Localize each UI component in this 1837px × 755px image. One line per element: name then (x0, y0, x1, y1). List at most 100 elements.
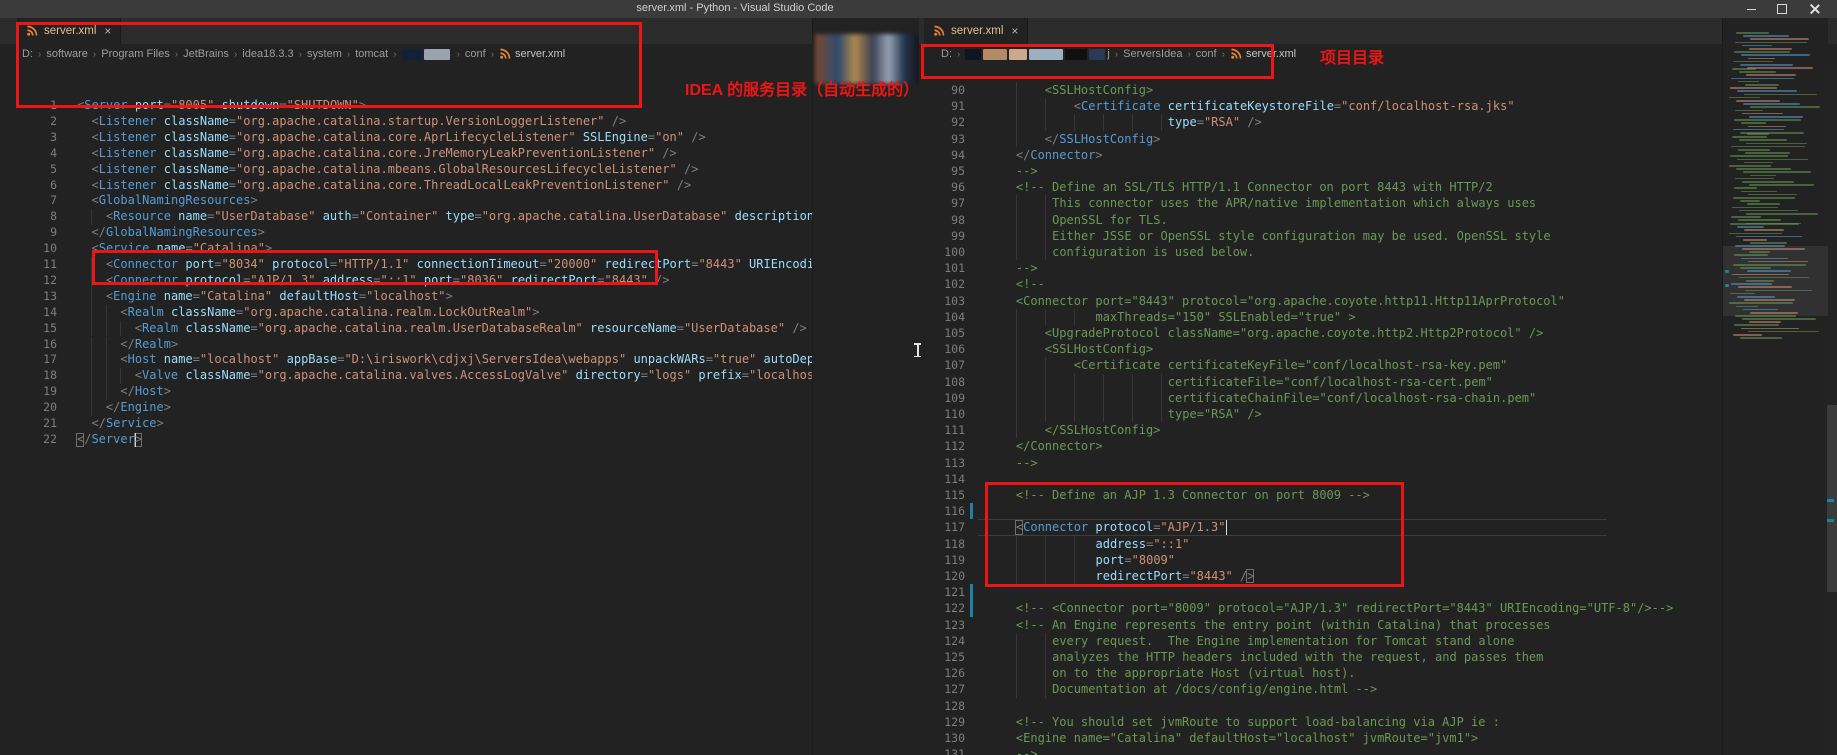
breadcrumb-item-file[interactable]: server.xml (1230, 48, 1296, 60)
code-line[interactable]: 4<Listener className="org.apache.catalin… (0, 146, 919, 162)
tab-server-xml-left[interactable]: server.xml × (17, 18, 121, 44)
minimap-right[interactable] (1722, 18, 1828, 755)
breadcrumb-item[interactable]: software (46, 48, 88, 60)
code-line[interactable]: 15<Realm className="org.apache.catalina.… (0, 321, 919, 337)
code-line[interactable]: 22</Server> (0, 432, 919, 448)
code-line[interactable]: 113--> (919, 455, 1722, 471)
code-line[interactable]: 14<Realm className="org.apache.catalina.… (0, 305, 919, 321)
code-line[interactable]: 117<Connector protocol="AJP/1.3" (919, 519, 1722, 535)
line-number: 8 (17, 209, 57, 225)
code-line[interactable]: 5<Listener className="org.apache.catalin… (0, 162, 919, 178)
line-number: 100 (919, 244, 965, 260)
code-line[interactable]: 91<Certificate certificateKeystoreFile="… (919, 98, 1722, 114)
code-line[interactable]: 7<GlobalNamingResources> (0, 193, 919, 209)
code-line[interactable]: 1<Server port="8005" shutdown="SHUTDOWN"… (0, 98, 919, 114)
close-button[interactable] (1801, 0, 1829, 18)
censored-path-segment (1089, 49, 1105, 60)
code-line[interactable]: 16</Realm> (0, 337, 919, 353)
code-line[interactable]: 123<!-- An Engine represents the entry p… (919, 617, 1722, 633)
code-line[interactable]: 20</Engine> (0, 400, 919, 416)
code-line[interactable]: 100configuration is used below. (919, 244, 1722, 260)
line-number: 1 (17, 98, 57, 114)
code-line[interactable]: 10<Service name="Catalina"> (0, 241, 919, 257)
code-line[interactable]: 120redirectPort="8443" /> (919, 568, 1722, 584)
code-line[interactable]: 2<Listener className="org.apache.catalin… (0, 114, 919, 130)
code-line[interactable]: 109certificateChainFile="conf/localhost-… (919, 390, 1722, 406)
code-line[interactable]: 101--> (919, 260, 1722, 276)
code-line[interactable]: 8<Resource name="UserDatabase" auth="Con… (0, 209, 919, 225)
line-number: 115 (919, 487, 965, 503)
code-line[interactable]: 130<Engine name="Catalina" defaultHost="… (919, 730, 1722, 746)
line-number: 4 (17, 146, 57, 162)
breadcrumb-item[interactable]: ServersIdea (1123, 48, 1182, 60)
code-line[interactable]: 108certificateFile="conf/localhost-rsa-c… (919, 374, 1722, 390)
breadcrumb-item-file[interactable]: server.xml (499, 48, 565, 60)
code-line[interactable]: 102<!-- (919, 276, 1722, 292)
minimize-button[interactable] (1737, 0, 1765, 18)
code-line[interactable]: 96<!-- Define an SSL/TLS HTTP/1.1 Connec… (919, 179, 1722, 195)
breadcrumb-item[interactable]: conf (465, 48, 486, 60)
code-line[interactable]: 17<Host name="localhost" appBase="D:\iri… (0, 352, 919, 368)
code-line[interactable]: 94</Connector> (919, 147, 1722, 163)
code-line[interactable]: 90<SSLHostConfig> (919, 82, 1722, 98)
breadcrumb-item[interactable]: conf (1196, 48, 1217, 60)
breadcrumb-item[interactable]: D: (941, 48, 952, 60)
code-line[interactable]: 131--> (919, 746, 1722, 755)
code-line[interactable]: 18<Valve className="org.apache.catalina.… (0, 368, 919, 384)
code-line[interactable]: 9</GlobalNamingResources> (0, 225, 919, 241)
breadcrumb-item[interactable]: JetBrains (183, 48, 229, 60)
chevron-right-icon: › (234, 49, 237, 60)
breadcrumb-item[interactable]: tomcat (355, 48, 388, 60)
code-line[interactable]: 115<!-- Define an AJP 1.3 Connector on p… (919, 487, 1722, 503)
restore-button[interactable] (1768, 0, 1796, 18)
breadcrumb-item[interactable]: D: (22, 48, 33, 60)
code-line[interactable]: 12<Connector protocol="AJP/1.3" address=… (0, 273, 919, 289)
code-line[interactable]: 3<Listener className="org.apache.catalin… (0, 130, 919, 146)
code-line[interactable]: 110type="RSA" /> (919, 406, 1722, 422)
tab-close-icon[interactable]: × (104, 24, 111, 38)
breadcrumb-item[interactable]: Program Files (101, 48, 169, 60)
line-number: 13 (17, 289, 57, 305)
code-line[interactable]: 105<UpgradeProtocol className="org.apach… (919, 325, 1722, 341)
breadcrumb-item[interactable]: j (1107, 48, 1109, 60)
code-line[interactable]: 124every request. The Engine implementat… (919, 633, 1722, 649)
code-line[interactable]: 129<!-- You should set jvmRoute to suppo… (919, 714, 1722, 730)
code-line[interactable]: 118address="::1" (919, 536, 1722, 552)
scrollbar-vertical[interactable] (1827, 18, 1837, 755)
code-line[interactable]: 126on to the appropriate Host (virtual h… (919, 665, 1722, 681)
code-line[interactable]: 112</Connector> (919, 438, 1722, 454)
code-line[interactable]: 21</Service> (0, 416, 919, 432)
tab-close-icon[interactable]: × (1011, 24, 1018, 38)
code-line[interactable]: 98OpenSSL for TLS. (919, 212, 1722, 228)
code-line[interactable]: 104maxThreads="150" SSLEnabled="true" > (919, 309, 1722, 325)
code-line[interactable]: 6<Listener className="org.apache.catalin… (0, 178, 919, 194)
code-line[interactable]: 99Either JSSE or OpenSSL style configura… (919, 228, 1722, 244)
code-line[interactable]: 127Documentation at /docs/config/engine.… (919, 681, 1722, 697)
code-line[interactable]: 19</Host> (0, 384, 919, 400)
breadcrumb-item[interactable]: system (307, 48, 342, 60)
code-editor-right[interactable]: 90<SSLHostConfig>91<Certificate certific… (919, 64, 1722, 755)
tab-server-xml-right[interactable]: server.xml × (924, 18, 1028, 44)
code-line[interactable]: 95--> (919, 163, 1722, 179)
code-line[interactable]: 103<Connector port="8443" protocol="org.… (919, 293, 1722, 309)
code-line[interactable]: 121 (919, 584, 1722, 600)
code-line[interactable]: 125analyzes the HTTP headers included wi… (919, 649, 1722, 665)
code-line[interactable]: 122<!-- <Connector port="8009" protocol=… (919, 600, 1722, 616)
minimap-left[interactable] (812, 18, 920, 755)
code-line[interactable]: 93</SSLHostConfig> (919, 131, 1722, 147)
code-line[interactable]: 119port="8009" (919, 552, 1722, 568)
code-line[interactable]: 13<Engine name="Catalina" defaultHost="l… (0, 289, 919, 305)
code-line[interactable]: 106<SSLHostConfig> (919, 341, 1722, 357)
breadcrumb-item[interactable]: idea18.3.3 (242, 48, 293, 60)
code-line[interactable]: 107<Certificate certificateKeyFile="conf… (919, 357, 1722, 373)
code-editor-left[interactable]: 1<Server port="8005" shutdown="SHUTDOWN"… (0, 64, 919, 755)
annotation-label-service-dir: IDEA 的服务目录（自动生成的） (685, 76, 919, 100)
code-line[interactable]: 97This connector uses the APR/native imp… (919, 195, 1722, 211)
line-number: 22 (17, 432, 57, 448)
code-line[interactable]: 92type="RSA" /> (919, 114, 1722, 130)
code-line[interactable]: 128 (919, 698, 1722, 714)
code-line[interactable]: 116 (919, 503, 1722, 519)
code-line[interactable]: 11<Connector port="8034" protocol="HTTP/… (0, 257, 919, 273)
code-line[interactable]: 114 (919, 471, 1722, 487)
code-line[interactable]: 111</SSLHostConfig> (919, 422, 1722, 438)
